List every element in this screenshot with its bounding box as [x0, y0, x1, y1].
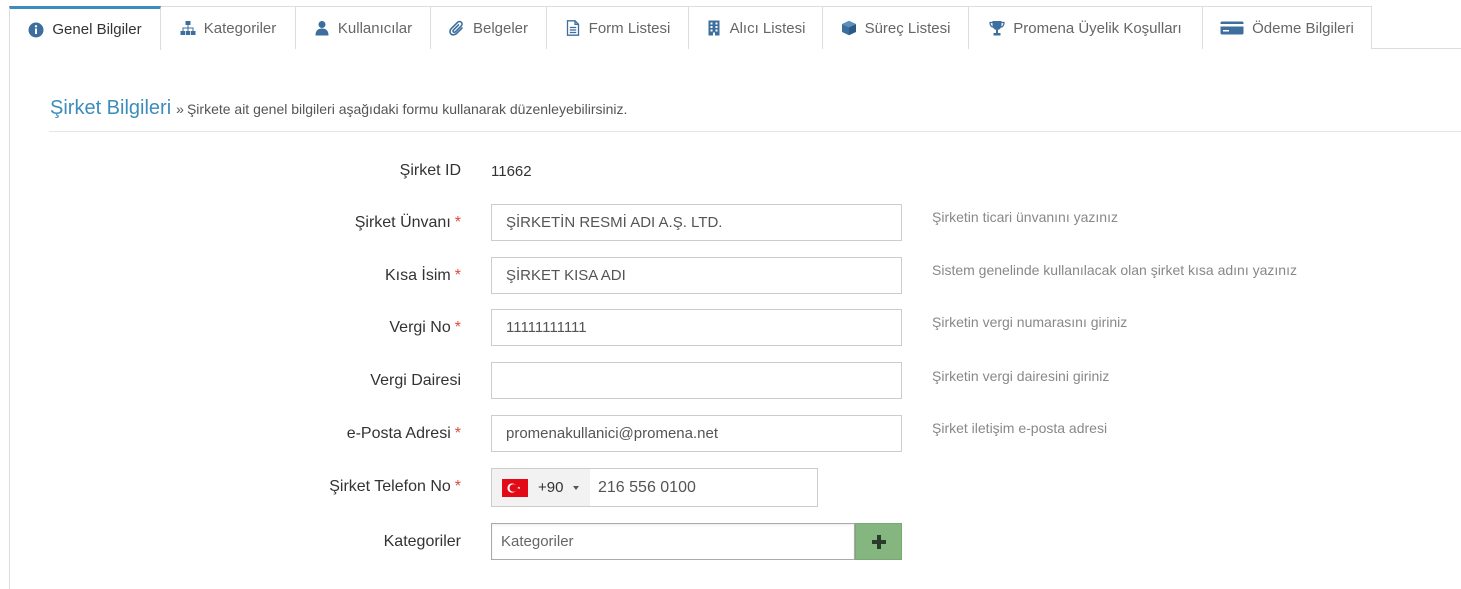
section-title: Şirket Bilgileri — [50, 97, 172, 119]
tax-no-label: Vergi No * — [389, 319, 461, 336]
categories-input[interactable]: Kategoriler — [491, 523, 855, 560]
turkey-flag-icon — [502, 478, 528, 497]
section-header: Şirket Bilgileri » Şirkete ait genel bil… — [50, 97, 627, 123]
tax-office-label: Vergi Dairesi — [370, 372, 461, 389]
tab-label: Genel Bilgiler — [52, 21, 142, 38]
tax-no-input[interactable]: 11111111111 — [491, 309, 902, 346]
tax-office-help: Şirketin vergi dairesini giriniz — [932, 368, 1110, 384]
phone-number-input[interactable]: 216 556 0100 — [590, 469, 696, 506]
company-id-label: Şirket ID — [399, 162, 461, 179]
credit-card-icon — [1220, 20, 1244, 36]
country-code-dropdown[interactable]: +90 — [492, 469, 590, 506]
phone-field: +90 216 556 0100 — [491, 468, 818, 507]
short-name-help: Sistem genelinde kullanılacak olan şirke… — [932, 262, 1297, 278]
tax-office-input[interactable] — [491, 362, 902, 399]
required-mark: * — [454, 267, 461, 284]
cube-icon — [841, 20, 857, 36]
tab-label: Kategoriler — [203, 19, 277, 37]
required-mark: * — [454, 425, 461, 442]
content-border — [9, 49, 10, 589]
tab-label: Form Listesi — [588, 19, 671, 37]
company-title-label: Şirket Ünvanı * — [354, 214, 461, 231]
company-title-help: Şirketin ticari ünvanını yazınız — [932, 209, 1118, 225]
company-id-value: 11662 — [491, 163, 532, 180]
tax-no-help: Şirketin vergi numarasını giriniz — [932, 314, 1128, 330]
required-mark: * — [454, 319, 461, 336]
building-icon — [706, 20, 722, 36]
tab-label: Ödeme Bilgileri — [1252, 19, 1354, 37]
tab-label: Alıcı Listesi — [729, 19, 806, 37]
short-name-input[interactable]: ŞİRKET KISA ADI — [491, 257, 902, 294]
tab-promena-uyelik-kosullari[interactable]: Promena Üyelik Koşulları — [968, 6, 1203, 49]
tab-label: Süreç Listesi — [864, 19, 951, 37]
tab-form-listesi[interactable]: Form Listesi — [546, 6, 689, 49]
section-subtitle: Şirkete ait genel bilgileri aşağıdaki fo… — [186, 101, 628, 117]
paperclip-icon — [449, 20, 465, 36]
user-icon — [314, 20, 330, 36]
trophy-icon — [989, 20, 1005, 36]
required-mark: * — [454, 214, 461, 231]
tab-kullanicilar[interactable]: Kullanıcılar — [295, 6, 431, 49]
tab-odeme-bilgileri[interactable]: Ödeme Bilgileri — [1202, 6, 1372, 49]
email-label: e-Posta Adresi * — [346, 425, 461, 442]
tab-label: Promena Üyelik Koşulları — [1013, 19, 1182, 37]
required-mark: * — [454, 478, 461, 495]
section-divider — [49, 131, 1461, 132]
tab-label: Kullanıcılar — [337, 19, 413, 37]
plus-icon — [871, 534, 886, 549]
section-separator: » — [176, 101, 184, 117]
sitemap-icon — [180, 20, 196, 36]
short-name-label: Kısa İsim * — [384, 267, 461, 284]
tab-belgeler[interactable]: Belgeler — [430, 6, 547, 49]
tab-kategoriler[interactable]: Kategoriler — [160, 6, 296, 49]
tab-alici-listesi[interactable]: Alıcı Listesi — [688, 6, 823, 49]
email-input[interactable]: promenakullanici@promena.net — [491, 415, 902, 452]
company-title-input[interactable]: ŞİRKETİN RESMİ ADI A.Ş. LTD. — [491, 204, 902, 241]
tab-label: Belgeler — [472, 19, 529, 37]
categories-label: Kategoriler — [383, 533, 461, 550]
phone-label: Şirket Telefon No * — [329, 478, 461, 495]
file-text-icon — [565, 20, 581, 36]
tab-surec-listesi[interactable]: Süreç Listesi — [822, 6, 969, 49]
dial-code: +90 — [538, 479, 564, 496]
tab-bar: Genel Bilgiler Kategoriler Kullanıcılar … — [9, 6, 1372, 50]
caret-down-icon — [573, 485, 580, 490]
email-help: Şirket iletişim e-posta adresi — [932, 420, 1108, 436]
add-category-button[interactable] — [855, 523, 902, 560]
info-circle-icon — [28, 22, 44, 38]
tab-genel-bilgiler[interactable]: Genel Bilgiler — [9, 6, 161, 50]
